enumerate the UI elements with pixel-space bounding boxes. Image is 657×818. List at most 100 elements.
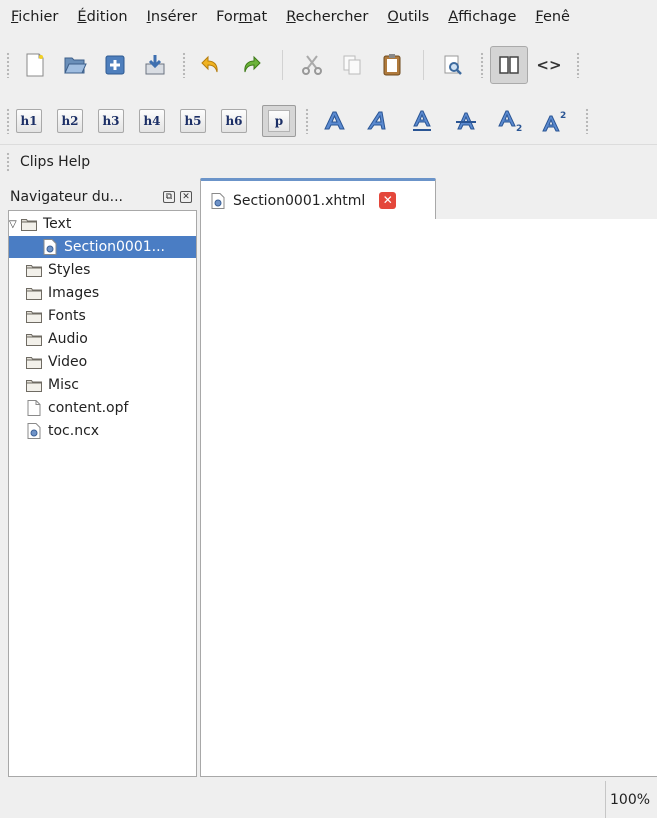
editor-area[interactable] <box>200 219 657 777</box>
add-file-button[interactable] <box>96 46 134 84</box>
new-file-button[interactable] <box>16 46 54 84</box>
subscript-icon: 2 <box>498 110 522 133</box>
cut-button[interactable] <box>293 46 331 84</box>
tree-item-video-folder[interactable]: Video <box>26 351 87 373</box>
strikethrough-icon <box>456 112 476 130</box>
tree-item-images-folder[interactable]: Images <box>26 282 99 304</box>
menu-inserer[interactable]: Insérer <box>147 9 197 25</box>
book-browser-tree[interactable]: ▽ Text Section0001... Styles Images Font… <box>8 210 197 777</box>
menu-rechercher[interactable]: Rechercher <box>286 9 368 25</box>
heading-4-button[interactable]: h4 <box>139 109 165 133</box>
tree-item-label: toc.ncx <box>48 423 100 439</box>
heading-2-button[interactable]: h2 <box>57 109 83 133</box>
svg-text:2: 2 <box>560 111 566 121</box>
menu-fichier[interactable]: Fichier <box>11 9 58 25</box>
zoom-level[interactable]: 100% <box>605 781 657 818</box>
toolbar-grip[interactable] <box>182 52 186 78</box>
save-button[interactable] <box>136 46 174 84</box>
toolbar-grip[interactable] <box>305 108 309 134</box>
scissors-icon <box>302 55 322 75</box>
book-view-button[interactable] <box>490 46 528 84</box>
folder-icon <box>26 356 42 369</box>
clips-help-label[interactable]: Clips Help <box>20 154 90 170</box>
toolbar-grip[interactable] <box>480 52 484 78</box>
heading-5-button[interactable]: h5 <box>180 109 206 133</box>
toolbar-grip[interactable] <box>6 52 10 78</box>
tree-item-audio-folder[interactable]: Audio <box>26 328 88 350</box>
redo-icon <box>244 55 261 73</box>
underline-button[interactable] <box>403 103 441 139</box>
tab-section0001[interactable]: Section0001.xhtml ✕ <box>200 178 436 220</box>
copy-button[interactable] <box>333 46 371 84</box>
bold-button[interactable] <box>315 103 353 139</box>
expander-open-icon[interactable]: ▽ <box>9 219 21 230</box>
open-file-button[interactable] <box>56 46 94 84</box>
book-icon <box>499 56 519 74</box>
copy-icon <box>343 55 361 75</box>
tree-item-label: Section0001... <box>64 239 165 255</box>
tree-item-section0001[interactable]: Section0001... <box>9 236 196 258</box>
toolbar-separator <box>423 50 424 80</box>
add-icon <box>105 55 125 75</box>
tree-item-label: Audio <box>48 331 88 347</box>
menu-format[interactable]: Format <box>216 9 267 25</box>
paragraph-label: p <box>268 110 290 132</box>
toolbar-grip[interactable] <box>6 151 10 172</box>
tree-item-misc-folder[interactable]: Misc <box>26 374 79 396</box>
new-file-icon <box>26 53 44 77</box>
paragraph-button[interactable]: p <box>262 105 296 137</box>
undo-button[interactable] <box>192 46 230 84</box>
close-panel-icon[interactable]: ✕ <box>180 191 192 203</box>
folder-icon <box>26 264 42 277</box>
toolbar-grip[interactable] <box>585 108 589 134</box>
file-icon <box>27 400 41 416</box>
tree-item-content-opf[interactable]: content.opf <box>27 397 128 419</box>
superscript-button[interactable]: 2 <box>535 103 573 139</box>
navigator-header: Navigateur du... ⧉ ✕ <box>0 184 197 210</box>
paste-button[interactable] <box>373 46 411 84</box>
svg-text:2: 2 <box>516 124 522 133</box>
tree-item-toc-ncx[interactable]: toc.ncx <box>27 420 99 442</box>
menu-outils[interactable]: Outils <box>387 9 429 25</box>
save-icon <box>145 55 165 75</box>
redo-button[interactable] <box>232 46 270 84</box>
float-panel-icon[interactable]: ⧉ <box>163 191 175 203</box>
code-view-button[interactable]: <> <box>530 46 568 84</box>
folder-icon <box>21 218 37 231</box>
tree-item-text-folder[interactable]: ▽ Text <box>9 213 196 235</box>
heading-6-button[interactable]: h6 <box>221 109 247 133</box>
menu-affichage[interactable]: Affichage <box>448 9 516 25</box>
tree-item-label: content.opf <box>48 400 129 416</box>
italic-button[interactable] <box>359 103 397 139</box>
tree-item-label: Images <box>48 285 100 301</box>
subscript-button[interactable]: 2 <box>491 103 529 139</box>
clips-toolbar: Clips Help <box>0 144 657 178</box>
menu-bar: Fichier Édition Insérer Format Recherche… <box>0 0 657 34</box>
strikethrough-button[interactable] <box>447 103 485 139</box>
tree-item-styles-folder[interactable]: Styles <box>26 259 90 281</box>
tree-item-label: Styles <box>48 262 91 278</box>
folder-icon <box>26 333 42 346</box>
xhtml-file-icon <box>211 192 225 209</box>
tree-item-label: Fonts <box>48 308 86 324</box>
menu-edition[interactable]: Édition <box>77 9 127 25</box>
close-tab-icon[interactable]: ✕ <box>379 192 397 209</box>
tree-item-label: Misc <box>48 377 79 393</box>
toolbar-grip[interactable] <box>576 52 580 78</box>
italic-icon <box>367 111 386 130</box>
preview-button[interactable] <box>434 46 472 84</box>
folder-icon <box>26 287 42 300</box>
menu-fenetre[interactable]: Fenê <box>535 9 570 25</box>
toolbar-grip[interactable] <box>6 108 10 134</box>
navigator-title: Navigateur du... <box>10 189 123 205</box>
heading-3-button[interactable]: h3 <box>98 109 124 133</box>
xhtml-file-icon <box>43 239 57 255</box>
open-folder-icon <box>64 57 87 74</box>
xhtml-file-icon <box>27 423 41 439</box>
tree-item-fonts-folder[interactable]: Fonts <box>26 305 86 327</box>
format-toolbar: h1 h2 h3 h4 h5 h6 p 2 2 <box>0 98 657 144</box>
heading-1-button[interactable]: h1 <box>16 109 42 133</box>
preview-icon <box>444 55 462 75</box>
editor-tab-strip: Section0001.xhtml ✕ <box>200 178 657 220</box>
tree-item-label: Video <box>48 354 88 370</box>
